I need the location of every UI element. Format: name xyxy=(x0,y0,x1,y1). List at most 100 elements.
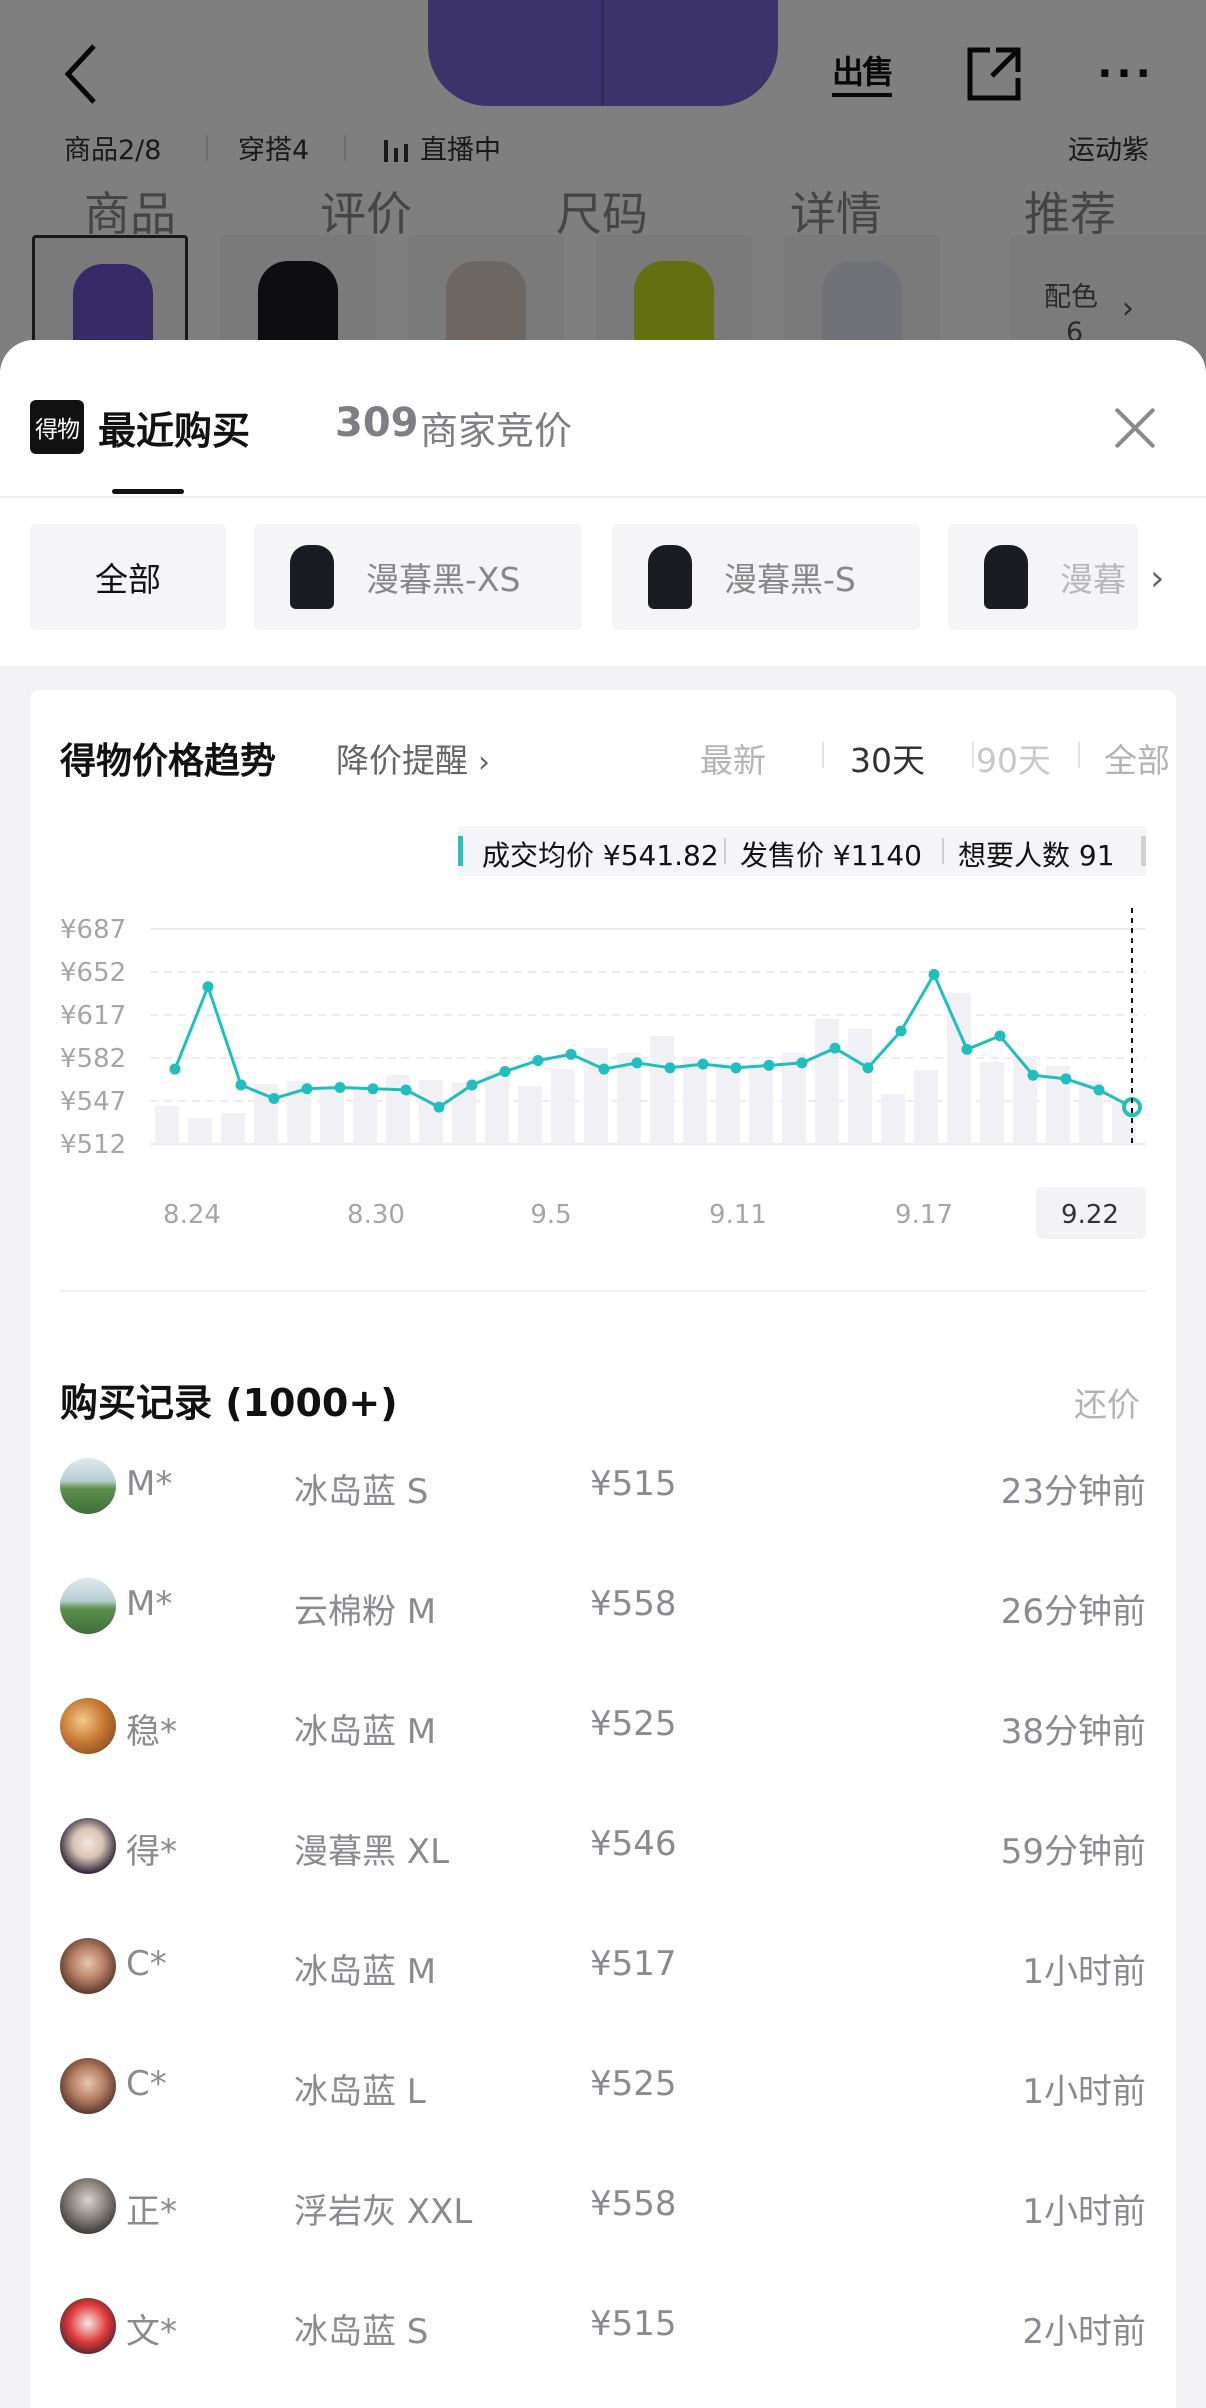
volume-bar xyxy=(749,1065,773,1144)
x-tick-label: 9.5 xyxy=(530,1200,571,1230)
filter-chip-black-s[interactable]: 漫暮黑-S xyxy=(612,524,920,630)
data-point xyxy=(895,1025,907,1037)
data-point xyxy=(202,981,214,993)
deal-time: 26分钟前 xyxy=(1000,1592,1146,1632)
deal-price: ¥525 xyxy=(590,1704,677,1744)
data-point xyxy=(631,1057,643,1069)
filter-chip-black-xs[interactable]: 漫暮黑-XS xyxy=(254,524,582,630)
filter-chip-black-more[interactable]: 漫暮 xyxy=(948,524,1138,630)
deal-price: ¥558 xyxy=(590,2184,677,2224)
buyer-name: 文* xyxy=(126,2312,177,2352)
volume-bar xyxy=(155,1106,179,1144)
deal-price: ¥515 xyxy=(590,1464,677,1504)
deal-price: ¥525 xyxy=(590,2064,677,2104)
filter-chip-label: 漫暮黑-S xyxy=(724,560,856,599)
deal-time: 23分钟前 xyxy=(1000,1472,1146,1512)
x-tick-label: 8.30 xyxy=(347,1200,405,1230)
filter-chip-all[interactable]: 全部 xyxy=(30,524,226,630)
volume-bar xyxy=(815,1019,839,1144)
avatar xyxy=(60,1698,116,1754)
data-point xyxy=(235,1079,247,1091)
volume-bar xyxy=(188,1118,212,1144)
purchase-record-row: 正* 浮岩灰 XXL ¥558 1小时前 xyxy=(30,2170,1176,2290)
volume-bar xyxy=(320,1087,344,1144)
data-point xyxy=(796,1057,808,1069)
volume-bar xyxy=(551,1069,575,1144)
jacket-thumbnail xyxy=(648,545,692,609)
close-icon[interactable] xyxy=(1108,402,1160,454)
buyer-name: C* xyxy=(126,1944,167,1984)
sku-label: 云棉粉 M xyxy=(294,1592,437,1632)
tab-recent-purchases[interactable]: 最近购买 xyxy=(98,400,250,455)
avatar xyxy=(60,1458,116,1514)
x-tick-label: 9.11 xyxy=(709,1200,767,1230)
sku-label: 冰岛蓝 M xyxy=(294,1712,437,1752)
counter-offer-link[interactable]: 还价 xyxy=(1074,1378,1140,1426)
deal-time: 1小时前 xyxy=(1022,1952,1146,1992)
data-point xyxy=(664,1062,676,1074)
buyer-name: C* xyxy=(126,2064,167,2104)
filter-chip-label: 全部 xyxy=(95,560,161,599)
x-tick-label: 8.24 xyxy=(163,1200,221,1230)
volume-bar xyxy=(848,1029,872,1144)
deal-price: ¥517 xyxy=(590,1944,677,1984)
divider xyxy=(0,496,1206,498)
avatar xyxy=(60,1578,116,1634)
avatar xyxy=(60,2178,116,2234)
x-tick-label: 9.22 xyxy=(1061,1200,1119,1230)
data-point xyxy=(466,1079,478,1091)
buyer-name: 得* xyxy=(126,1832,177,1872)
volume-bar xyxy=(716,1063,740,1144)
filter-chip-label: 漫暮黑-XS xyxy=(366,560,521,599)
data-point xyxy=(598,1063,610,1075)
jacket-thumbnail xyxy=(290,545,334,609)
purchase-record-row: C* 冰岛蓝 M ¥517 1小时前 xyxy=(30,1930,1176,2050)
price-trend-chart[interactable]: ¥687 ¥652 ¥617 ¥582 ¥547 ¥512 8.24 8.30 9.5 9.11 9… xyxy=(30,690,1176,1330)
data-point xyxy=(301,1083,313,1095)
jacket-thumbnail xyxy=(984,545,1028,609)
avatar xyxy=(60,1818,116,1874)
data-point xyxy=(1060,1073,1072,1085)
deal-time: 1小时前 xyxy=(1022,2192,1146,2232)
deal-price: ¥558 xyxy=(590,1584,677,1624)
sku-label: 冰岛蓝 S xyxy=(294,1472,429,1512)
purchase-record-row: 稳* 冰岛蓝 M ¥525 38分钟前 xyxy=(30,1690,1176,1810)
chevron-right-icon[interactable]: › xyxy=(1150,558,1164,599)
volume-bar xyxy=(1013,1056,1037,1144)
sheet-header: 得物 最近购买 309 商家竞价 全部 漫暮黑-XS 漫暮黑-S 漫暮 › xyxy=(0,340,1206,666)
data-point xyxy=(961,1043,973,1055)
y-tick-label: ¥687 xyxy=(60,915,126,945)
data-point xyxy=(400,1084,412,1096)
bids-count[interactable]: 309 xyxy=(335,400,419,446)
deal-time: 59分钟前 xyxy=(1000,1832,1146,1872)
data-point xyxy=(697,1058,709,1070)
data-point xyxy=(928,968,940,980)
sku-label: 冰岛蓝 M xyxy=(294,1952,437,1992)
purchase-record-row: 得* 漫暮黑 XL ¥546 59分钟前 xyxy=(30,1810,1176,1930)
buyer-name: M* xyxy=(126,1584,173,1624)
sku-label: 冰岛蓝 S xyxy=(294,2312,429,2352)
data-point xyxy=(532,1054,544,1066)
data-point xyxy=(169,1063,181,1075)
deal-time: 1小时前 xyxy=(1022,2072,1146,2112)
tab-merchant-bids[interactable]: 商家竞价 xyxy=(420,400,572,455)
volume-bar xyxy=(485,1071,509,1144)
data-point xyxy=(829,1042,841,1054)
y-tick-label: ¥652 xyxy=(60,958,126,988)
avatar xyxy=(60,2298,116,2354)
volume-bar xyxy=(518,1086,542,1144)
buyer-name: M* xyxy=(126,1464,173,1504)
avatar xyxy=(60,1938,116,1994)
volume-bar xyxy=(683,1057,707,1144)
y-tick-label: ¥512 xyxy=(60,1130,126,1160)
data-point xyxy=(994,1030,1006,1042)
volume-bar xyxy=(881,1094,905,1144)
volume-bar xyxy=(353,1089,377,1144)
purchase-record-row: M* 冰岛蓝 S ¥515 23分钟前 xyxy=(30,1450,1176,1570)
buyer-name: 稳* xyxy=(126,1712,177,1752)
volume-bar xyxy=(221,1113,245,1144)
volume-bar xyxy=(914,1070,938,1144)
price-trend-card: 得物价格趋势 降价提醒 › 最新 30天 90天 全部 成交均价 ¥541.82 … xyxy=(30,690,1176,2408)
sku-label: 冰岛蓝 L xyxy=(294,2072,426,2112)
deal-time: 38分钟前 xyxy=(1000,1712,1146,1752)
